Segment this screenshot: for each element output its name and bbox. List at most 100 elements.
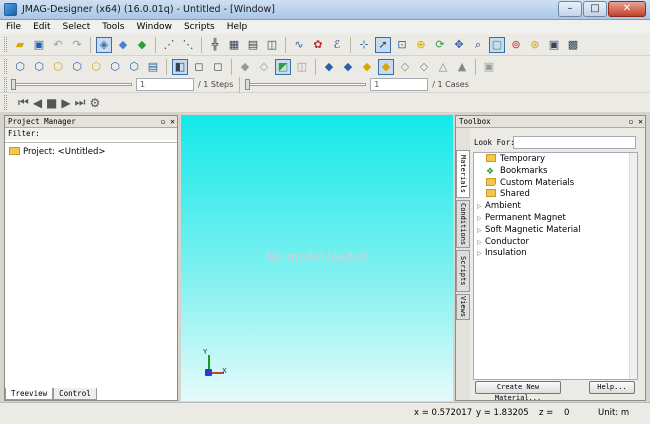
play-icon[interactable]: ▶ bbox=[61, 96, 70, 110]
case-slider-knob[interactable] bbox=[245, 79, 251, 90]
step-slider-knob[interactable] bbox=[11, 79, 16, 90]
list-item[interactable]: ▷ Soft Magnetic Material bbox=[474, 225, 637, 237]
animation-settings-icon[interactable]: ⚙ bbox=[89, 96, 100, 110]
toolbar-grip[interactable] bbox=[4, 37, 7, 52]
expand-arrow-icon[interactable]: ▷ bbox=[477, 201, 485, 213]
zoom-box-icon[interactable]: ⊡ bbox=[394, 37, 410, 53]
close-panel-icon[interactable]: ✕ bbox=[638, 117, 643, 126]
view-left-icon[interactable]: ⬡ bbox=[126, 59, 142, 75]
tab-views[interactable]: Views bbox=[456, 294, 470, 320]
case-slider[interactable] bbox=[245, 79, 367, 90]
view-top-icon[interactable]: ⬡ bbox=[50, 59, 66, 75]
display-options-icon[interactable]: ▩ bbox=[565, 37, 581, 53]
results-icon[interactable]: ▤ bbox=[245, 37, 261, 53]
step-spinbox[interactable]: 1 bbox=[136, 78, 194, 91]
zoom-in-icon[interactable]: ⊕ bbox=[413, 37, 429, 53]
view-list-icon[interactable]: ▤ bbox=[145, 59, 161, 75]
float-panel-icon[interactable]: ▫ bbox=[629, 117, 634, 126]
list-item[interactable]: ▷ Insulation bbox=[474, 248, 637, 260]
list-item[interactable]: Custom Materials bbox=[474, 177, 637, 190]
list-item[interactable]: Shared bbox=[474, 189, 637, 201]
select-vertex-icon[interactable]: ◇ bbox=[416, 59, 432, 75]
expand-arrow-icon[interactable]: ▷ bbox=[477, 248, 485, 260]
maximize-button[interactable]: □ bbox=[583, 1, 607, 17]
menu-file[interactable]: File bbox=[6, 22, 21, 32]
menu-select[interactable]: Select bbox=[63, 22, 91, 32]
list-scrollbar[interactable] bbox=[629, 153, 637, 379]
solver-icon[interactable]: ◫ bbox=[264, 37, 280, 53]
previous-frame-icon[interactable]: ◀ bbox=[33, 96, 42, 110]
tab-scripts[interactable]: Scripts bbox=[456, 250, 470, 292]
display-edge-icon[interactable]: ◫ bbox=[294, 59, 310, 75]
help-button[interactable]: Help... bbox=[589, 381, 635, 394]
close-panel-icon[interactable]: ✕ bbox=[170, 117, 175, 126]
list-item[interactable]: ▷ Conductor bbox=[474, 237, 637, 249]
view-iso-icon[interactable]: ⬡ bbox=[12, 59, 28, 75]
tab-control[interactable]: Control bbox=[53, 388, 97, 400]
view-right-icon[interactable]: ⬡ bbox=[69, 59, 85, 75]
layers-icon[interactable]: ▣ bbox=[546, 37, 562, 53]
select-region-icon[interactable]: ◆ bbox=[378, 58, 394, 75]
select-part-icon[interactable]: ◆ bbox=[321, 59, 337, 75]
circuit-icon[interactable]: ╬ bbox=[207, 37, 223, 53]
shade-edge-icon[interactable]: ◻ bbox=[210, 59, 226, 75]
3d-viewport[interactable]: No model loaded Y X bbox=[181, 115, 453, 401]
toolbar-grip[interactable] bbox=[4, 95, 7, 110]
menu-edit[interactable]: Edit bbox=[33, 22, 50, 32]
select-pointer-icon[interactable]: ➚ bbox=[375, 36, 391, 53]
tab-materials[interactable]: Materials bbox=[456, 150, 470, 198]
first-frame-icon[interactable]: ⏮ bbox=[18, 95, 29, 110]
list-item[interactable]: Temporary bbox=[474, 154, 637, 166]
view-back-icon[interactable]: ⬡ bbox=[88, 59, 104, 75]
toolbar-grip[interactable] bbox=[4, 59, 7, 74]
view-bottom-icon[interactable]: ⬡ bbox=[107, 59, 123, 75]
search-icon[interactable]: ⌕ bbox=[470, 37, 486, 53]
create-new-material-button[interactable]: Create New Material... bbox=[475, 381, 561, 402]
shade-solid-icon[interactable]: ◧ bbox=[172, 58, 188, 75]
tree-item-project[interactable]: Project: <Untitled> bbox=[9, 147, 173, 157]
cube-blue-icon[interactable]: ◆ bbox=[115, 37, 131, 53]
fit-icon[interactable]: ⊹ bbox=[356, 37, 372, 53]
display-part-icon[interactable]: ◆ bbox=[237, 59, 253, 75]
look-for-input[interactable] bbox=[513, 136, 636, 149]
geometry-editor-icon[interactable]: ◈ bbox=[96, 36, 112, 53]
run-icon[interactable]: ▦ bbox=[226, 37, 242, 53]
select-triangle-icon[interactable]: △ bbox=[435, 59, 451, 75]
display-region-icon[interactable]: ◩ bbox=[275, 58, 291, 75]
toolbar-grip[interactable] bbox=[4, 77, 7, 92]
select-pyramid-icon[interactable]: ▲ bbox=[454, 59, 470, 75]
mesh-options-icon[interactable]: ⋱ bbox=[180, 37, 196, 53]
mesh-icon[interactable]: ⋰ bbox=[161, 37, 177, 53]
menu-scripts[interactable]: Scripts bbox=[184, 22, 215, 32]
view-front-icon[interactable]: ⬡ bbox=[31, 59, 47, 75]
last-frame-icon[interactable]: ⏭ bbox=[75, 95, 86, 110]
float-panel-icon[interactable]: ▫ bbox=[161, 117, 166, 126]
zoom-red-icon[interactable]: ⊚ bbox=[508, 37, 524, 53]
menu-window[interactable]: Window bbox=[136, 22, 172, 32]
list-item[interactable]: ❖ Bookmarks bbox=[474, 166, 637, 178]
display-face-icon[interactable]: ◇ bbox=[256, 59, 272, 75]
tab-conditions[interactable]: Conditions bbox=[456, 200, 470, 248]
case-spinbox[interactable]: 1 bbox=[370, 78, 429, 91]
redo-icon[interactable]: ↷ bbox=[69, 37, 85, 53]
save-icon[interactable]: ▣ bbox=[31, 37, 47, 53]
view-frame-icon[interactable]: ▢ bbox=[489, 36, 505, 53]
project-tree[interactable]: Project: <Untitled> bbox=[5, 142, 177, 388]
expand-arrow-icon[interactable]: ▷ bbox=[477, 213, 485, 225]
expand-arrow-icon[interactable]: ▷ bbox=[477, 237, 485, 249]
expand-arrow-icon[interactable]: ▷ bbox=[477, 225, 485, 237]
select-face-icon[interactable]: ◆ bbox=[359, 59, 375, 75]
graph-icon[interactable]: ∿ bbox=[291, 37, 307, 53]
list-item[interactable]: ▷ Permanent Magnet bbox=[474, 213, 637, 225]
step-slider[interactable] bbox=[11, 79, 132, 90]
stop-icon[interactable]: ■ bbox=[46, 96, 57, 110]
select-body-icon[interactable]: ◆ bbox=[340, 59, 356, 75]
undo-icon[interactable]: ↶ bbox=[50, 37, 66, 53]
list-item[interactable]: ▷ Ambient bbox=[474, 201, 637, 213]
zoom-fit-icon[interactable]: ⊛ bbox=[527, 37, 543, 53]
toggle-display-icon[interactable]: ▣ bbox=[481, 59, 497, 75]
materials-list[interactable]: Temporary ❖ Bookmarks Custom Materials Sh… bbox=[473, 152, 638, 380]
menu-tools[interactable]: Tools bbox=[102, 22, 124, 32]
select-edge-icon[interactable]: ◇ bbox=[397, 59, 413, 75]
open-icon[interactable]: ▰ bbox=[12, 37, 28, 53]
